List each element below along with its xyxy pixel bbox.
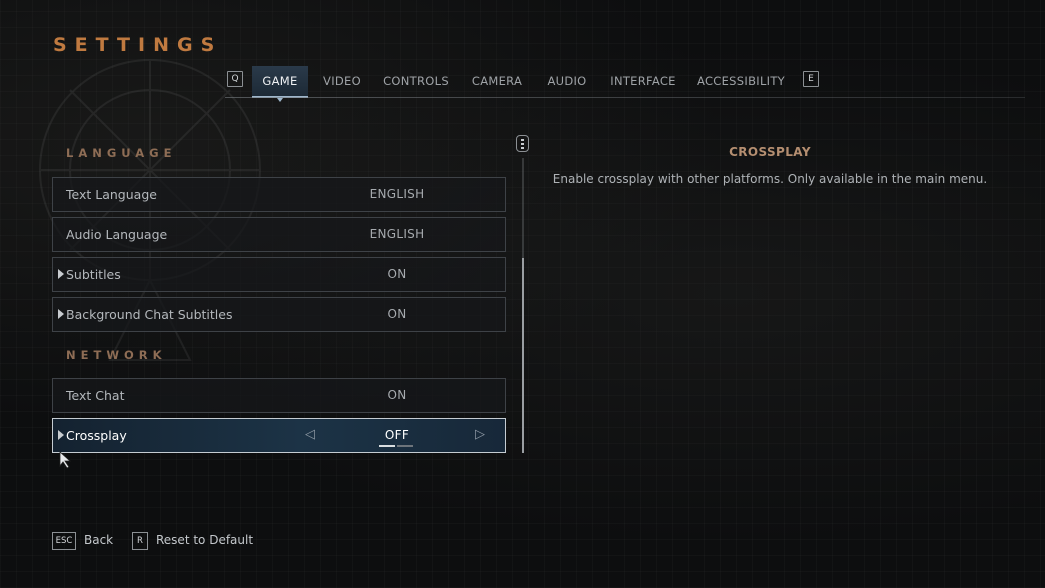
reset-key-hint[interactable]: R xyxy=(132,532,148,550)
setting-label: Background Chat Subtitles xyxy=(66,307,233,322)
tab-game[interactable]: GAME xyxy=(252,66,308,102)
mouse-cursor-icon xyxy=(59,451,72,469)
section-heading-network: NETWORK xyxy=(66,348,167,362)
reset-to-default-button[interactable]: Reset to Default xyxy=(156,532,253,549)
setting-label: Text Chat xyxy=(66,388,125,403)
setting-value: OFF xyxy=(384,428,410,442)
tab-video[interactable]: VIDEO xyxy=(318,66,366,96)
setting-label: Audio Language xyxy=(66,227,168,242)
setting-row-background-chat-subtitles[interactable]: Background Chat Subtitles ON xyxy=(52,297,506,332)
setting-label: Subtitles xyxy=(66,267,121,282)
next-tab-key[interactable]: E xyxy=(803,71,819,87)
triangle-right-icon xyxy=(58,430,64,440)
arrow-right-icon[interactable]: ▷ xyxy=(475,428,485,442)
settings-tabs: Q GAME VIDEO CONTROLS CAMERA AUDIO INTER… xyxy=(0,66,1045,102)
tab-interface[interactable]: INTERFACE xyxy=(606,66,680,96)
option-indicator xyxy=(397,445,413,447)
setting-value: ON xyxy=(387,267,407,281)
tab-accessibility[interactable]: ACCESSIBILITY xyxy=(694,66,788,96)
page-title: SETTINGS xyxy=(53,34,223,56)
setting-label: Crossplay xyxy=(66,428,127,443)
prev-tab-key[interactable]: Q xyxy=(227,71,243,87)
triangle-right-icon xyxy=(58,309,64,319)
setting-label: Text Language xyxy=(66,187,157,202)
setting-value: ON xyxy=(387,388,407,402)
option-indicator-active xyxy=(379,445,395,447)
section-heading-language: LANGUAGE xyxy=(66,146,177,160)
tab-divider xyxy=(225,97,1025,98)
detail-description: Enable crossplay with other platforms. O… xyxy=(552,172,988,186)
tab-camera[interactable]: CAMERA xyxy=(467,66,527,96)
setting-row-crossplay[interactable]: Crossplay ◁ OFF ▷ xyxy=(52,418,506,453)
setting-row-text-chat[interactable]: Text Chat ON xyxy=(52,378,506,413)
arrow-left-icon[interactable]: ◁ xyxy=(305,428,315,442)
setting-row-text-language[interactable]: Text Language ENGLISH xyxy=(52,177,506,212)
esc-key-hint[interactable]: ESC xyxy=(52,532,76,550)
detail-title: CROSSPLAY xyxy=(729,145,811,159)
setting-row-subtitles[interactable]: Subtitles ON xyxy=(52,257,506,292)
mouse-scroll-icon xyxy=(516,135,529,152)
tab-audio[interactable]: AUDIO xyxy=(543,66,591,96)
setting-value: ON xyxy=(387,307,407,321)
scrollbar-thumb[interactable] xyxy=(522,258,524,453)
setting-value: ENGLISH xyxy=(369,227,425,241)
back-button[interactable]: Back xyxy=(84,532,113,549)
setting-row-audio-language[interactable]: Audio Language ENGLISH xyxy=(52,217,506,252)
triangle-right-icon xyxy=(58,269,64,279)
settings-screen: SETTINGS Q GAME VIDEO CONTROLS CAMERA AU… xyxy=(0,0,1045,588)
setting-value: ENGLISH xyxy=(369,187,425,201)
tab-controls[interactable]: CONTROLS xyxy=(380,66,452,96)
